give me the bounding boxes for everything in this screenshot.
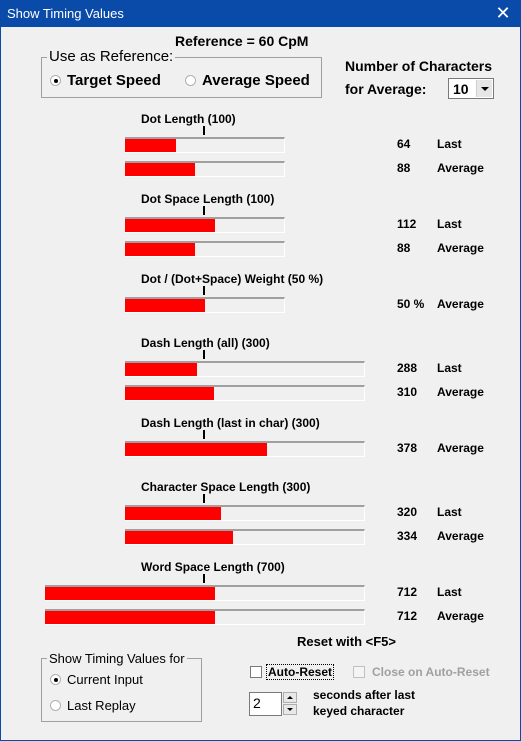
auto-reset-label[interactable]: Auto-Reset	[265, 664, 335, 680]
timing-kind: Average	[437, 297, 484, 311]
reference-tick	[203, 286, 205, 295]
timing-bar-fill	[125, 299, 205, 312]
spin-up-icon[interactable]	[283, 692, 297, 703]
window-title: Show Timing Values	[7, 6, 124, 21]
measurement-title: Dot / (Dot+Space) Weight (50 %)	[141, 272, 324, 286]
timing-kind: Average	[437, 441, 484, 455]
timing-kind: Last	[437, 217, 462, 231]
close-on-auto-reset-checkbox[interactable]	[353, 666, 365, 678]
radio-last-replay[interactable]: Last Replay	[50, 698, 136, 713]
reference-tick	[203, 494, 205, 503]
timing-bar-fill	[125, 219, 215, 232]
timing-bar-fill	[125, 243, 195, 256]
radio-current-input[interactable]: Current Input	[50, 672, 143, 687]
measurement-title: Dash Length (all) (300)	[141, 336, 270, 350]
radio-label: Average Speed	[202, 72, 310, 89]
reference-tick	[203, 430, 205, 439]
reference-tick	[203, 350, 205, 359]
timing-bar-fill	[125, 387, 214, 400]
reset-label: Reset with <F5>	[297, 634, 396, 649]
average-chars-label-2: for Average:	[345, 81, 427, 97]
timing-value: 378	[397, 441, 418, 455]
timing-bar-fill	[125, 507, 221, 520]
close-on-auto-reset-label: Close on Auto-Reset	[372, 665, 490, 679]
timing-bar	[125, 441, 365, 457]
timing-value: 712	[397, 609, 418, 623]
timing-bar	[125, 217, 285, 233]
show-for-group-legend: Show Timing Values for	[47, 651, 187, 666]
timing-value: 712	[397, 585, 418, 599]
measurement-title: Dot Length (100)	[141, 112, 236, 126]
average-chars-select[interactable]: 10	[448, 78, 494, 99]
timing-value: 88	[397, 161, 411, 175]
measurement-title: Dash Length (last in char) (300)	[141, 416, 320, 430]
close-icon[interactable]: ✕	[494, 3, 512, 23]
average-chars-value: 10	[453, 81, 469, 97]
timing-value: 320	[397, 505, 418, 519]
timing-bar-fill	[125, 443, 267, 456]
seconds-label-2: keyed character	[313, 704, 405, 718]
timing-kind: Last	[437, 361, 462, 375]
timing-bar-fill	[125, 363, 197, 376]
radio-indicator	[50, 674, 61, 685]
timing-bar	[125, 385, 365, 401]
radio-label: Last Replay	[67, 698, 136, 713]
timing-kind: Average	[437, 241, 484, 255]
radio-indicator	[50, 75, 61, 86]
seconds-input[interactable]: 2	[249, 692, 282, 716]
seconds-label-1: seconds after last	[313, 688, 416, 702]
radio-indicator	[185, 75, 196, 86]
reference-tick	[203, 574, 205, 583]
measurement-title: Dot Space Length (100)	[141, 192, 275, 206]
average-chars-label-1: Number of Characters	[345, 58, 493, 74]
timing-kind: Average	[437, 529, 484, 543]
timing-bar-fill	[125, 163, 195, 176]
title-bar[interactable]: Show Timing Values ✕	[1, 1, 520, 27]
timing-value: 112	[397, 217, 417, 231]
measurement-title: Character Space Length (300)	[141, 480, 311, 494]
timing-bar	[45, 609, 365, 625]
seconds-spinner[interactable]: 2	[249, 692, 298, 716]
timing-kind: Average	[437, 385, 484, 399]
timing-bar	[125, 241, 285, 257]
timing-kind: Last	[437, 137, 462, 151]
radio-indicator	[50, 700, 61, 711]
timing-bar	[125, 297, 285, 313]
timing-bar	[125, 505, 365, 521]
reference-tick	[203, 206, 205, 215]
timing-bar	[125, 361, 365, 377]
timing-bar	[125, 529, 365, 545]
auto-reset-checkbox[interactable]	[250, 666, 262, 678]
timing-bar	[45, 585, 365, 601]
timing-bar-fill	[45, 611, 215, 624]
radio-target-speed[interactable]: Target Speed	[50, 72, 161, 89]
timing-value: 334	[397, 529, 418, 543]
reference-tick	[203, 126, 205, 135]
radio-label: Target Speed	[67, 72, 161, 89]
timing-value: 310	[397, 385, 418, 399]
timing-bar	[125, 137, 285, 153]
timing-kind: Last	[437, 505, 462, 519]
timing-bar-fill	[125, 139, 176, 152]
chevron-down-icon[interactable]	[476, 80, 492, 97]
timing-kind: Average	[437, 609, 484, 623]
spin-down-icon[interactable]	[283, 704, 297, 715]
timing-bar-fill	[125, 531, 233, 544]
timing-kind: Average	[437, 161, 484, 175]
timing-value: 64	[397, 137, 411, 151]
measurement-title: Word Space Length (700)	[141, 560, 285, 574]
radio-average-speed[interactable]: Average Speed	[185, 72, 310, 89]
timing-bar-fill	[45, 587, 215, 600]
radio-label: Current Input	[67, 672, 143, 687]
reference-group-legend: Use as Reference:	[47, 48, 176, 65]
timing-kind: Last	[437, 585, 462, 599]
timing-value: 88	[397, 241, 411, 255]
reference-label: Reference = 60 CpM	[175, 33, 309, 49]
timing-value: 50 %	[397, 297, 425, 311]
timing-value: 288	[397, 361, 418, 375]
timing-bar	[125, 161, 285, 177]
